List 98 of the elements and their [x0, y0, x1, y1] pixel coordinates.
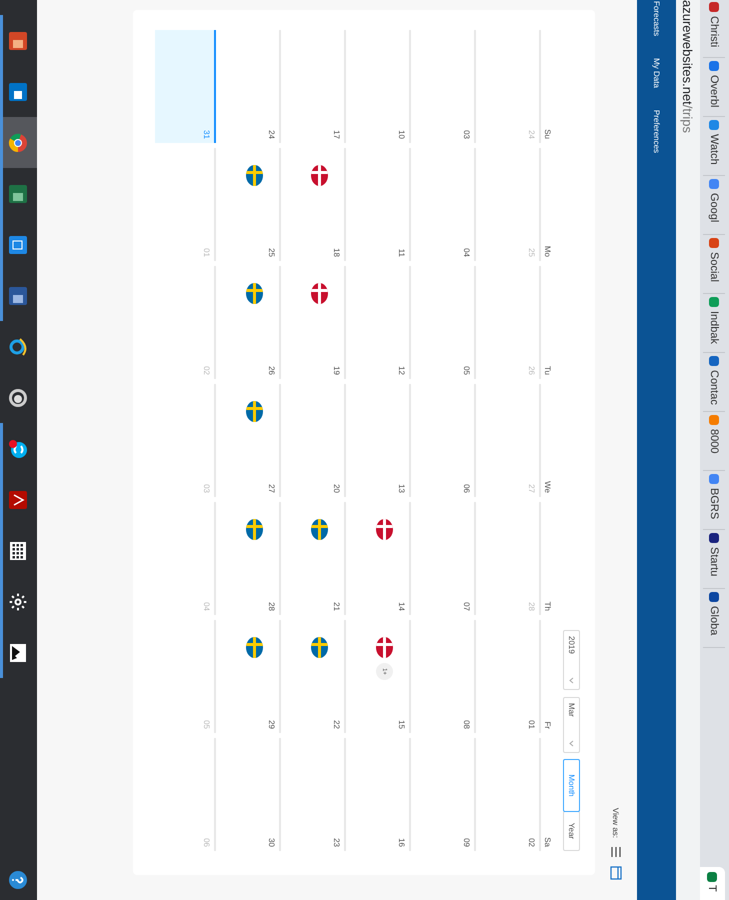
date-number: 20 — [332, 484, 341, 493]
weekday-label: Sa — [542, 836, 553, 849]
pdf-app-icon — [8, 490, 28, 510]
date-number: 05 — [462, 366, 471, 375]
bookmark-link[interactable]: Googl — [704, 179, 726, 235]
flag-icon — [246, 637, 263, 658]
date-number: 01 — [202, 248, 211, 257]
bookmark-link[interactable]: Christi — [704, 2, 726, 58]
weekday-label: Mo — [542, 244, 553, 259]
nav-link[interactable]: Forecasts — [652, 1, 661, 36]
browser-tab[interactable]: T — [700, 867, 725, 900]
bookmark-link[interactable]: Startu — [704, 533, 726, 589]
date-number: 28 — [267, 602, 276, 611]
date-number: 30 — [267, 838, 276, 847]
date-number: 24 — [267, 130, 276, 139]
date-number: 07 — [462, 602, 471, 611]
date-number: 03 — [462, 130, 471, 139]
view-as-label: View as: — [612, 808, 620, 838]
settings-icon — [8, 592, 28, 612]
date-number: 16 — [397, 838, 406, 847]
calendar-view-icon[interactable] — [610, 866, 622, 880]
spreadsheet-app-icon — [8, 184, 28, 204]
weekday-label: Su — [542, 128, 553, 141]
browser-icon — [8, 132, 28, 152]
flag-icon — [246, 401, 263, 422]
date-number: 03 — [202, 484, 211, 493]
month-select[interactable]: Mar — [563, 697, 580, 753]
date-number: 21 — [332, 602, 341, 611]
bookmark-link[interactable]: BGRS — [704, 474, 726, 530]
date-number: 11 — [397, 248, 406, 257]
list-view-icon[interactable] — [610, 846, 622, 858]
weekday-label: Tu — [542, 364, 553, 377]
presentation-app-icon — [8, 30, 28, 50]
date-number: 13 — [397, 484, 406, 493]
weekday-label: We — [542, 480, 553, 495]
date-number: 08 — [462, 720, 471, 729]
date-number: 14 — [397, 602, 406, 611]
date-number: 04 — [462, 248, 471, 257]
date-number: 27 — [527, 484, 536, 493]
date-number: 10 — [397, 130, 406, 139]
date-number: 18 — [332, 248, 341, 257]
date-number: 25 — [267, 248, 276, 257]
date-number: 19 — [332, 366, 341, 375]
date-number: 02 — [202, 366, 211, 375]
flag-icon — [311, 637, 328, 658]
date-number: 12 — [397, 366, 406, 375]
flag-icon — [246, 165, 263, 186]
nav-link[interactable]: Preferences — [652, 110, 661, 154]
year-select[interactable]: 2019 — [563, 630, 580, 690]
flag-icon — [311, 165, 328, 186]
nav-link[interactable]: My Data — [652, 58, 661, 88]
chat-app-icon — [8, 438, 28, 458]
date-number: 02 — [527, 838, 536, 847]
date-number: 23 — [332, 838, 341, 847]
date-number: 05 — [202, 720, 211, 729]
ring-app-icon — [8, 388, 28, 408]
mode-toggle[interactable]: Year — [563, 811, 580, 851]
flag-icon — [246, 283, 263, 304]
date-number: 22 — [332, 720, 341, 729]
date-number: 31 — [202, 130, 211, 139]
flag-icon — [246, 519, 263, 540]
date-number: 15 — [397, 720, 406, 729]
bookmark-link[interactable]: Indbak — [704, 297, 726, 353]
flag-icon — [311, 283, 328, 304]
date-number: 27 — [267, 484, 276, 493]
mail-app-icon — [8, 82, 28, 102]
globe-e-icon — [8, 336, 28, 356]
date-number: 17 — [332, 130, 341, 139]
date-number: 28 — [527, 602, 536, 611]
date-number: 09 — [462, 838, 471, 847]
grid-app-icon — [8, 540, 28, 560]
bookmark-link[interactable]: Globa — [704, 592, 726, 648]
chevron-down-icon — [569, 740, 574, 747]
date-number: 04 — [202, 602, 211, 611]
date-number: 06 — [202, 838, 211, 847]
date-number: 25 — [527, 248, 536, 257]
address-field[interactable]: azurewebsites.net/trips — [676, 0, 700, 900]
date-number: 24 — [527, 130, 536, 139]
flag-icon — [376, 519, 393, 540]
date-number: 29 — [267, 720, 276, 729]
flag-icon — [311, 519, 328, 540]
image-icon — [8, 642, 28, 662]
date-number: 06 — [462, 484, 471, 493]
bookmark-link[interactable]: Watch — [704, 120, 726, 176]
document-app-icon — [8, 286, 28, 306]
date-number: 26 — [527, 366, 536, 375]
bookmark-link[interactable]: Contac — [704, 356, 726, 412]
flag-icon — [376, 637, 393, 658]
weekday-label: Th — [542, 600, 553, 613]
bookmark-link[interactable]: Overbl — [704, 61, 726, 117]
date-number: 01 — [527, 720, 536, 729]
bookmark-link[interactable]: 8000 — [704, 415, 726, 471]
weekday-label: Fr — [542, 720, 553, 731]
bookmark-link[interactable]: Social — [704, 238, 726, 294]
date-number: 26 — [267, 366, 276, 375]
help-icon — [8, 870, 28, 890]
chevron-down-icon — [569, 677, 574, 684]
copy-app-icon — [8, 234, 28, 254]
